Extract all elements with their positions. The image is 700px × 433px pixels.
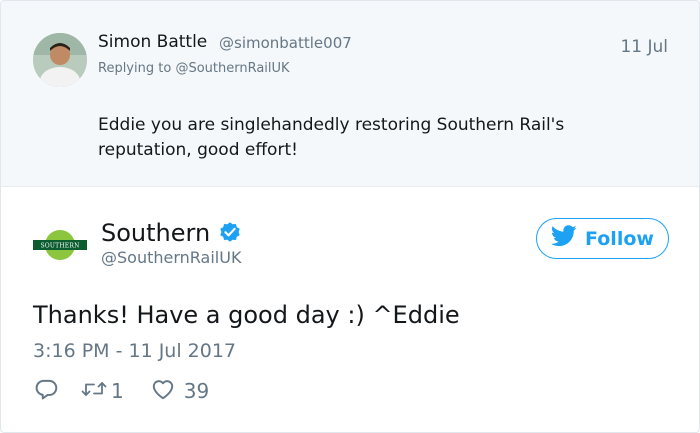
southern-logo-avatar[interactable]: SOUTHERN [33, 227, 87, 263]
replying-to-line: Replying to @SouthernRailUK [98, 61, 290, 76]
replying-prefix: Replying to [98, 61, 172, 76]
like-button[interactable]: 39 [150, 376, 209, 407]
tweet-actions: 1 39 [33, 375, 209, 407]
parent-avatar[interactable] [33, 33, 87, 87]
heart-icon [150, 376, 176, 407]
like-count: 39 [183, 379, 210, 403]
parent-author-name[interactable]: Simon Battle [98, 32, 207, 52]
retweet-icon [81, 376, 107, 407]
retweet-button[interactable]: 1 [81, 376, 124, 407]
main-author-name[interactable]: Southern [101, 219, 210, 247]
parent-tweet-date[interactable]: 11 Jul [620, 37, 668, 57]
parent-tweet-text: Eddie you are singlehandedly restoring S… [98, 115, 565, 160]
southern-logo-text: SOUTHERN [40, 243, 79, 250]
main-tweet-text: Thanks! Have a good day :) ^Eddie [33, 301, 460, 329]
tweet-card: Simon Battle @simonbattle007 11 Jul Repl… [0, 0, 700, 433]
reply-icon [33, 376, 59, 407]
parent-author-handle[interactable]: @simonbattle007 [219, 34, 352, 52]
parent-tweet[interactable]: Simon Battle @simonbattle007 11 Jul Repl… [1, 1, 699, 187]
main-tweet-timestamp[interactable]: 3:16 PM - 11 Jul 2017 [33, 340, 236, 362]
verified-badge-icon [218, 220, 242, 244]
twitter-bird-icon [550, 225, 577, 252]
reply-button[interactable] [33, 376, 59, 407]
main-author-handle[interactable]: @SouthernRailUK [101, 248, 241, 267]
retweet-count: 1 [111, 379, 124, 403]
follow-button[interactable]: Follow [536, 218, 669, 259]
follow-button-label: Follow [585, 227, 654, 250]
replying-to-handle[interactable]: @SouthernRailUK [175, 61, 289, 76]
